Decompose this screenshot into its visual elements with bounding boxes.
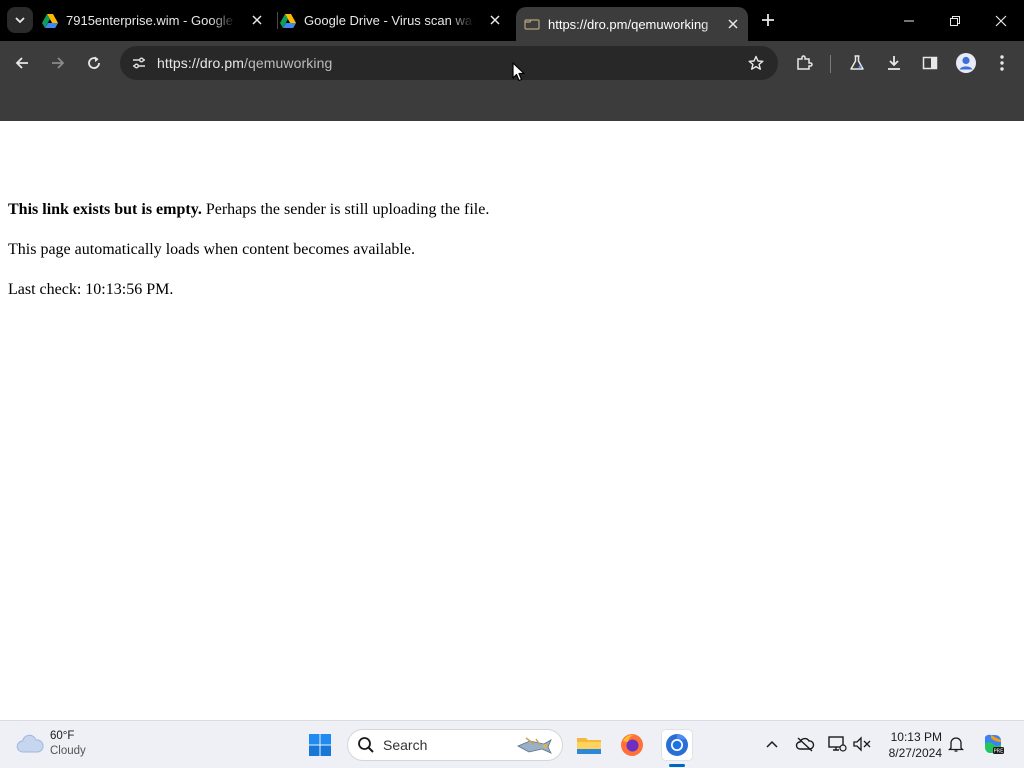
plus-icon [762, 14, 774, 26]
chevron-down-icon [15, 17, 25, 24]
side-panel-button[interactable] [916, 49, 944, 77]
page-loading-icon [524, 16, 540, 32]
start-button[interactable] [304, 729, 336, 761]
close-icon[interactable] [724, 15, 742, 33]
minimize-button[interactable] [886, 0, 932, 41]
empty-link-detail: Perhaps the sender is still uploading th… [201, 201, 490, 218]
chrome-icon [666, 734, 688, 756]
arrow-left-icon [15, 57, 28, 69]
taskbar: 60°F Cloudy Search 10:13 PM 8/27/2024 PR… [0, 720, 1024, 768]
tab-7915enterprise[interactable]: 7915enterprise.wim - Google D [42, 0, 272, 41]
google-drive-icon [42, 13, 58, 29]
show-hidden-icons-button[interactable] [761, 733, 783, 755]
file-explorer-icon [577, 738, 601, 754]
tab-search-button[interactable] [7, 7, 33, 33]
network-icon [828, 736, 847, 752]
tab-title: 7915enterprise.wim - Google D [66, 13, 236, 28]
download-icon [888, 56, 900, 70]
firefox-button[interactable] [616, 729, 648, 761]
site-info-icon[interactable] [126, 50, 152, 76]
chevron-up-icon [766, 740, 778, 748]
close-icon [995, 15, 1007, 26]
tab-title: Google Drive - Virus scan warn [304, 13, 474, 28]
speaker-muted-icon [853, 736, 871, 752]
windows-start-icon [309, 734, 331, 756]
profile-button[interactable] [952, 49, 980, 77]
bookmark-star-icon[interactable] [744, 51, 768, 75]
empty-link-message: This link exists but is empty. Perhaps t… [8, 201, 489, 219]
cloud-offline-icon [795, 737, 815, 752]
copilot-pre-badge: PRE [994, 749, 1004, 755]
empty-link-heading: This link exists but is empty. [8, 201, 202, 218]
copilot-icon: PRE [985, 734, 1004, 755]
search-highlight-icon [517, 737, 552, 754]
tab-title: https://dro.pm/qemuworking [548, 16, 709, 32]
bell-icon [948, 737, 964, 752]
network-tray-button[interactable] [826, 733, 848, 755]
onedrive-tray-button[interactable] [794, 733, 816, 755]
tab-virus-scan[interactable]: Google Drive - Virus scan warn [280, 0, 510, 41]
cloud-icon [16, 734, 44, 753]
forward-button[interactable] [44, 49, 72, 77]
weather-widget[interactable]: 60°F Cloudy [16, 729, 86, 759]
notifications-button[interactable] [945, 733, 967, 755]
tab-dro-pm[interactable]: https://dro.pm/qemuworking [516, 7, 748, 41]
volume-tray-button[interactable] [851, 733, 873, 755]
taskbar-search[interactable]: Search [347, 729, 563, 761]
url-path: /qemuworking [244, 55, 333, 71]
address-bar[interactable]: https://dro.pm/qemuworking [120, 46, 778, 80]
menu-button[interactable] [988, 49, 1016, 77]
restore-button[interactable] [932, 0, 978, 41]
taskbar-clock[interactable]: 10:13 PM 8/27/2024 [889, 729, 942, 761]
side-panel-icon [922, 56, 938, 70]
mouse-cursor-icon [512, 62, 525, 82]
url-text[interactable]: https://dro.pm/qemuworking [157, 55, 332, 71]
arrow-right-icon [52, 57, 65, 69]
downloads-button[interactable] [880, 49, 908, 77]
weather-temp: 60°F [50, 730, 75, 742]
back-button[interactable] [8, 49, 36, 77]
minimize-icon [904, 20, 914, 21]
file-explorer-button[interactable] [573, 729, 605, 761]
more-vertical-icon [1000, 55, 1004, 71]
weather-condition: Cloudy [50, 745, 86, 757]
puzzle-icon [797, 55, 813, 70]
close-window-button[interactable] [978, 0, 1024, 41]
avatar-icon [956, 53, 976, 73]
tab-strip: 7915enterprise.wim - Google D Google Dri… [0, 0, 1024, 41]
reload-icon [88, 56, 100, 69]
reload-button[interactable] [80, 49, 108, 77]
active-app-indicator [669, 764, 685, 767]
bookmarks-bar [0, 85, 1024, 121]
restore-icon [950, 15, 960, 26]
tab-separator [277, 12, 278, 29]
labs-button[interactable] [843, 49, 871, 77]
toolbar-divider [830, 55, 831, 73]
search-icon [358, 737, 374, 753]
firefox-icon [621, 734, 643, 756]
auto-load-notice: This page automatically loads when conte… [8, 241, 415, 258]
last-check-status: Last check: 10:13:56 PM. [8, 281, 174, 298]
url-host: https://dro.pm [157, 55, 244, 71]
chrome-button[interactable] [661, 729, 693, 761]
extensions-button[interactable] [790, 49, 818, 77]
new-tab-button[interactable] [756, 8, 780, 32]
copilot-button[interactable]: PRE [980, 731, 1006, 757]
search-label: Search [383, 737, 428, 753]
page-content: This link exists but is empty. Perhaps t… [0, 121, 1024, 720]
close-icon[interactable] [486, 11, 504, 29]
clock-time: 10:13 PM [890, 730, 942, 744]
flask-icon [850, 55, 864, 70]
close-icon[interactable] [248, 11, 266, 29]
clock-date: 8/27/2024 [888, 746, 942, 760]
google-drive-icon [280, 13, 296, 29]
